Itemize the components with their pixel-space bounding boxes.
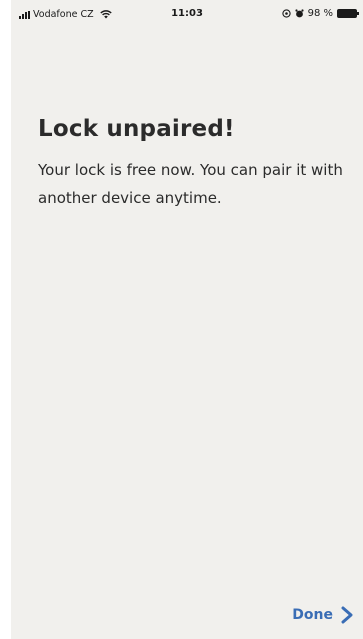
location-icon	[281, 9, 291, 18]
app-screen: Vodafone CZ 11:03 98 % Lock unpaired! Yo…	[11, 0, 363, 639]
done-label: Done	[292, 607, 333, 623]
battery-icon	[337, 9, 359, 18]
status-right: 98 %	[281, 8, 359, 19]
unpaired-message: Your lock is free now. You can pair it w…	[38, 161, 343, 207]
battery-percent: 98 %	[307, 8, 333, 19]
alarm-icon	[294, 9, 304, 18]
status-bar: Vodafone CZ 11:03 98 %	[11, 0, 363, 30]
done-button[interactable]: Done	[292, 605, 355, 625]
chevron-right-icon	[341, 606, 353, 624]
page-title: Lock unpaired!	[38, 116, 235, 142]
